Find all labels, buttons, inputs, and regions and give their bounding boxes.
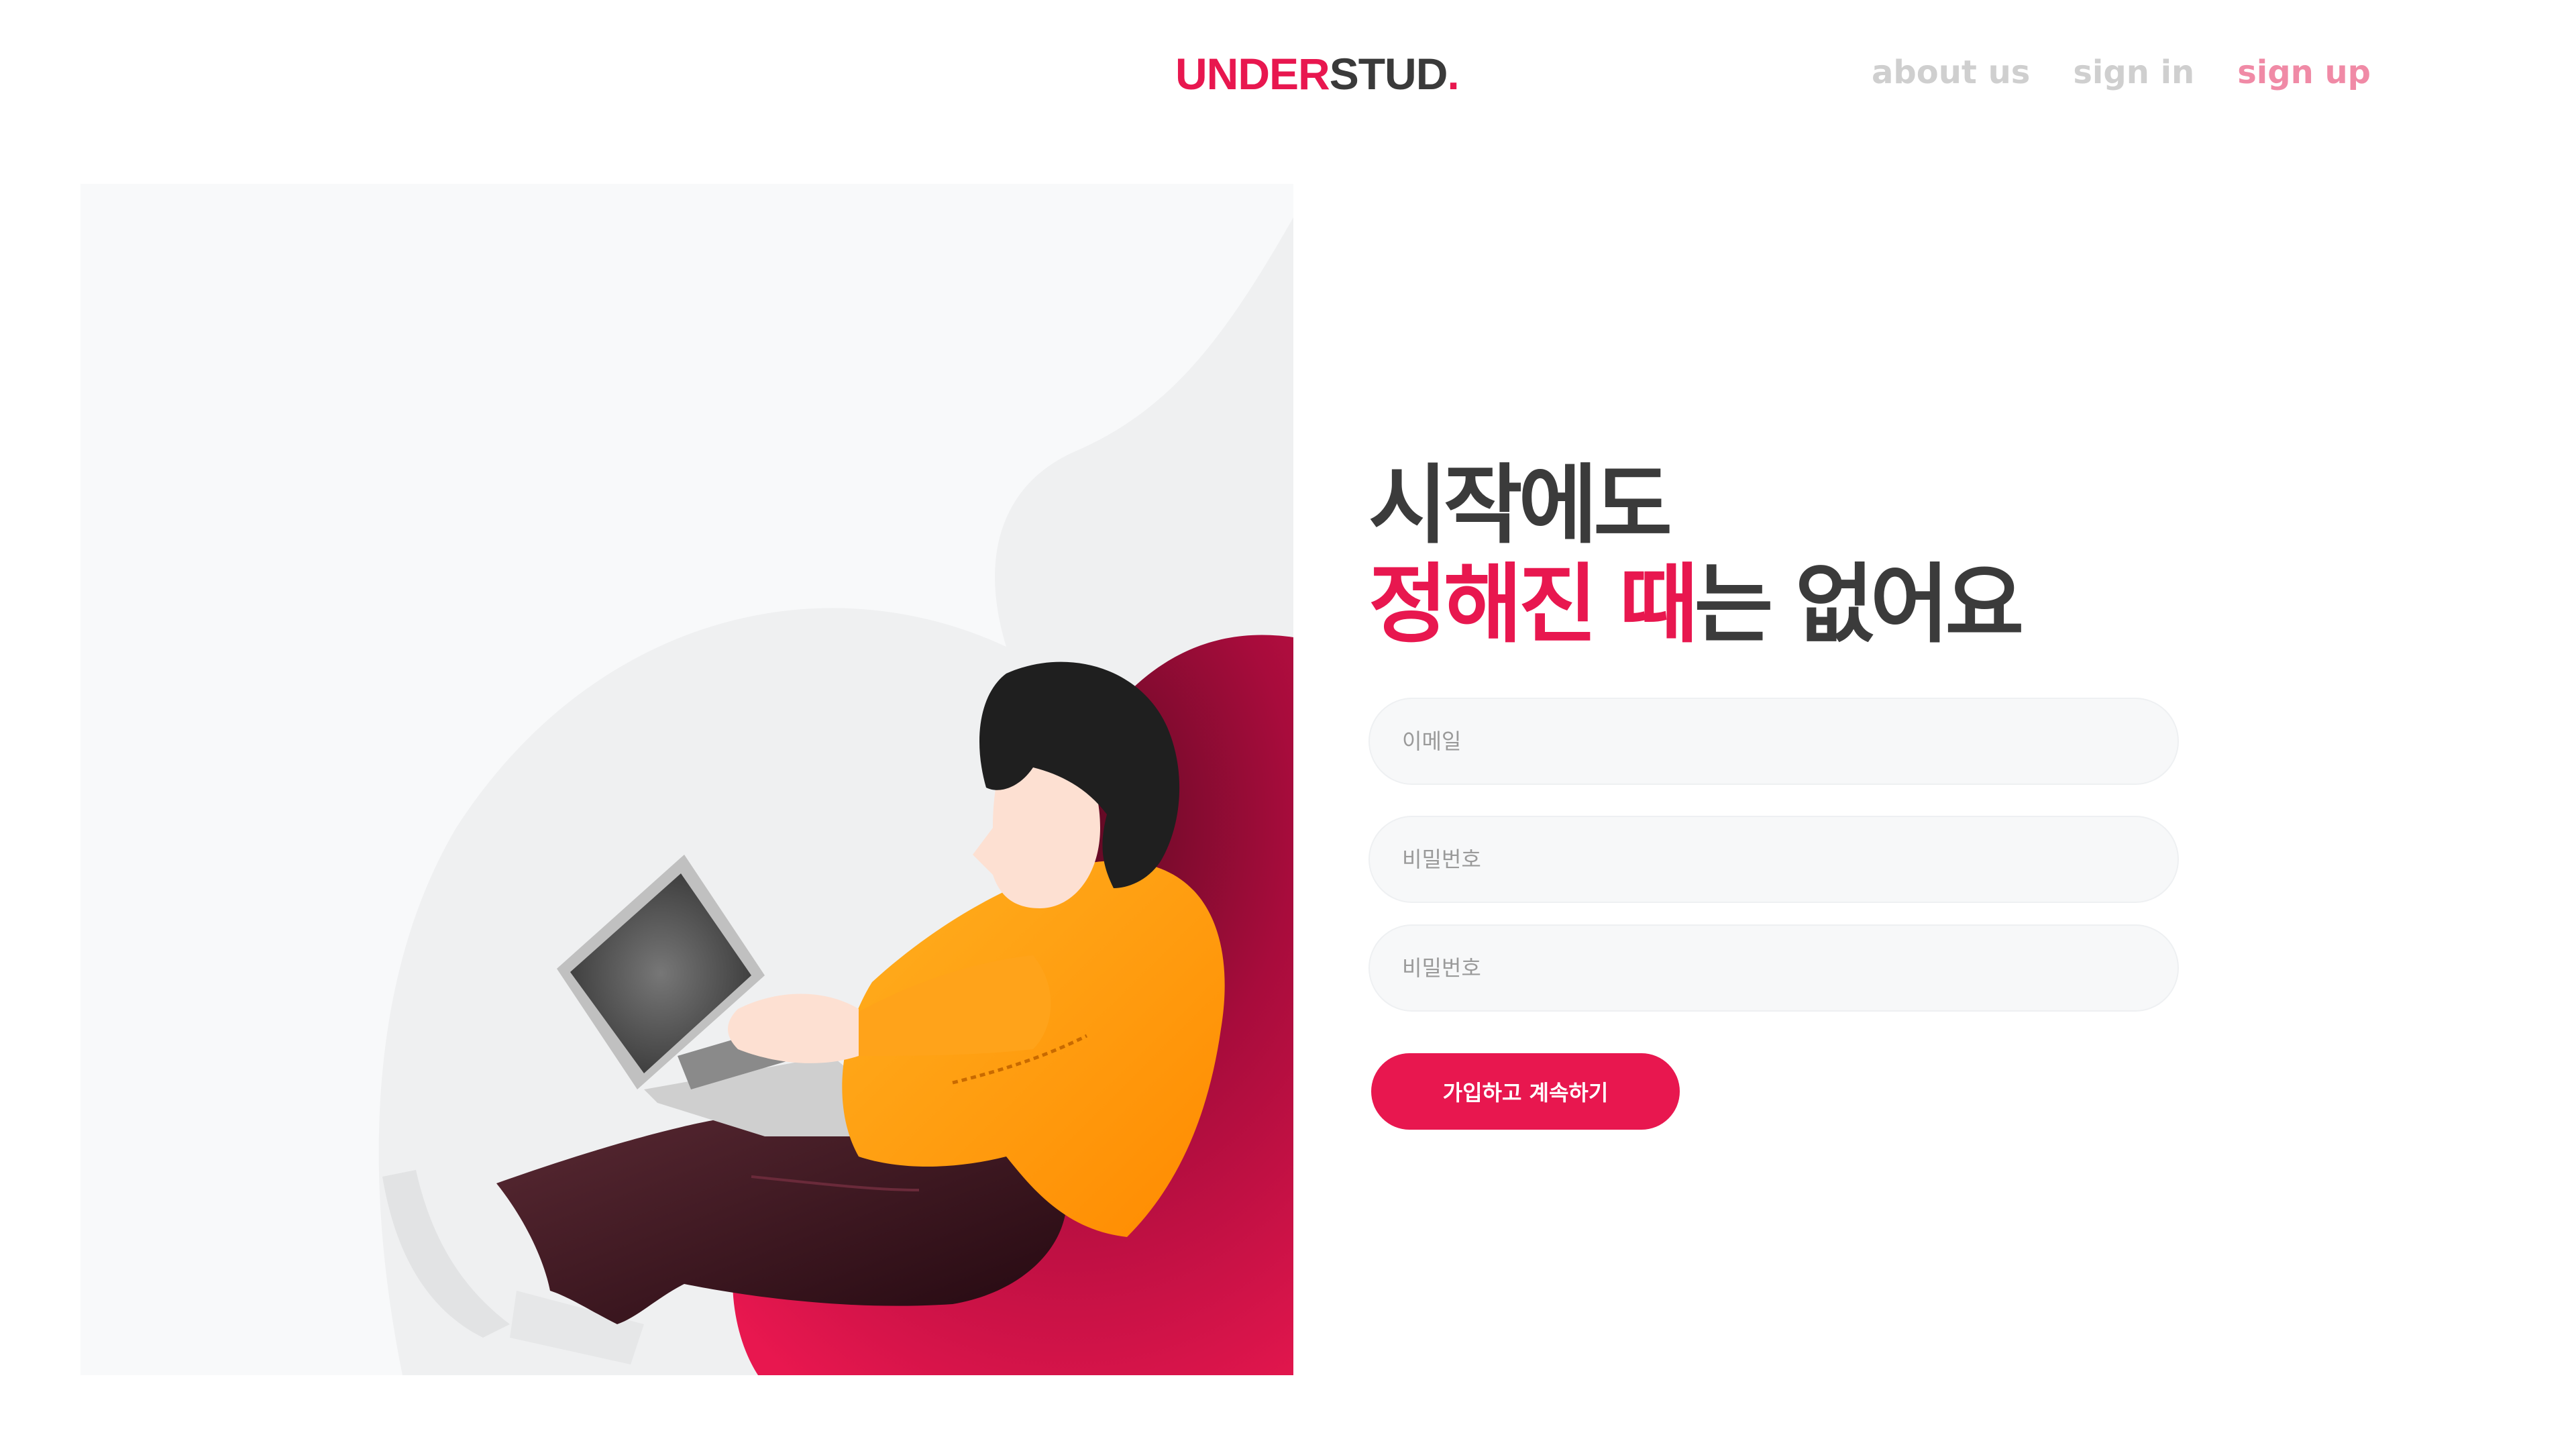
top-header: UNDERSTUD. about us sign in sign up <box>0 0 2576 148</box>
hero-heading: 시작에도 정해진 때는 없어요 <box>1368 455 2025 655</box>
nav-sign-up-link[interactable]: sign up <box>2237 51 2371 94</box>
top-nav: about us sign in sign up <box>1872 51 2371 94</box>
signup-continue-button[interactable]: 가입하고 계속하기 <box>1371 1053 1680 1130</box>
logo-dot: . <box>1447 49 1459 99</box>
hero-rest-text: 는 없어요 <box>1694 555 2025 655</box>
hero-line-2: 정해진 때는 없어요 <box>1368 555 2025 655</box>
hero-line-1: 시작에도 <box>1368 455 1672 555</box>
password-confirm-field[interactable] <box>1368 924 2179 1012</box>
person-with-laptop-illustration <box>378 217 1293 1375</box>
logo-part-under: UNDER <box>1175 49 1330 99</box>
nav-sign-in-link[interactable]: sign in <box>2073 51 2194 94</box>
nav-about-us-link[interactable]: about us <box>1872 51 2030 94</box>
hero-accent-text: 정해진 때 <box>1368 555 1699 655</box>
password-field[interactable] <box>1368 816 2179 903</box>
brand-logo[interactable]: UNDERSTUD. <box>1175 47 1460 101</box>
hero-illustration <box>80 184 1293 1375</box>
email-field[interactable] <box>1368 698 2179 785</box>
logo-part-stud: STUD <box>1329 49 1448 99</box>
